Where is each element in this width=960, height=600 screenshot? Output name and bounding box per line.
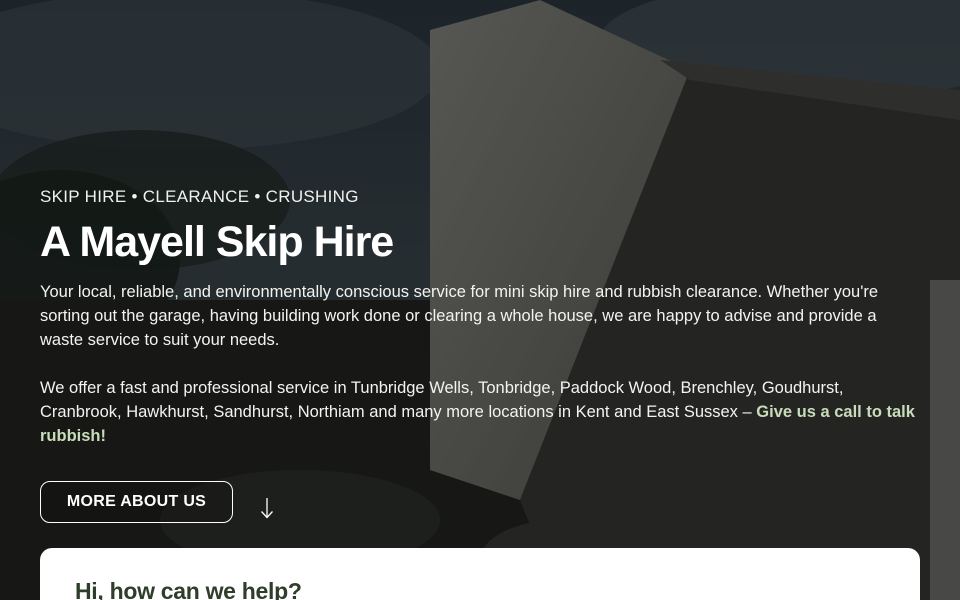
locations-paragraph: We offer a fast and professional service… <box>40 376 920 448</box>
hero-actions: MORE ABOUT US <box>40 481 920 523</box>
arrow-down-icon[interactable] <box>260 497 274 519</box>
hero-content: SKIP HIRE • CLEARANCE • CRUSHING A Mayel… <box>40 186 920 523</box>
help-card-title: Hi, how can we help? <box>75 578 302 600</box>
hero-section: SKIP HIRE • CLEARANCE • CRUSHING A Mayel… <box>0 0 960 600</box>
page-title: A Mayell Skip Hire <box>40 218 394 266</box>
locations-text: We offer a fast and professional service… <box>40 379 844 421</box>
intro-paragraph: Your local, reliable, and environmentall… <box>40 283 879 349</box>
hero-tagline: SKIP HIRE • CLEARANCE • CRUSHING <box>40 187 359 206</box>
more-about-us-button[interactable]: MORE ABOUT US <box>40 481 233 523</box>
help-card: Hi, how can we help? <box>40 548 920 600</box>
